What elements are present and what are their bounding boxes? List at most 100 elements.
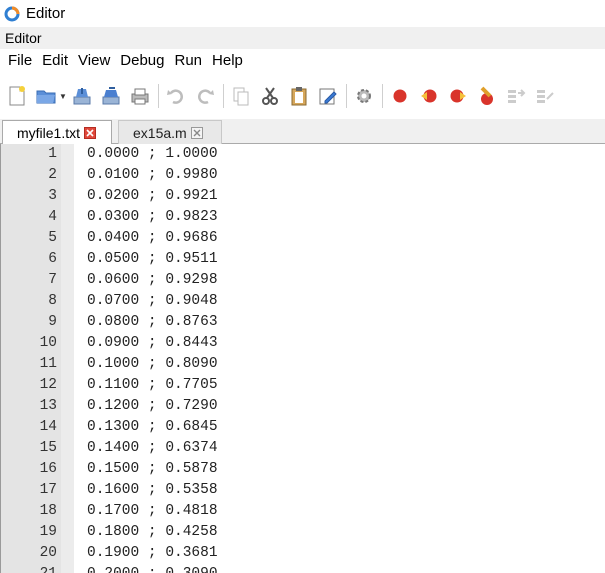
editor-line[interactable]: 19 0.1800 ; 0.4258 bbox=[1, 522, 605, 543]
line-text: 0.0400 ; 0.9686 bbox=[87, 230, 218, 246]
previous-breakpoint-button[interactable] bbox=[446, 84, 470, 108]
toolbar-separator bbox=[346, 84, 347, 108]
save-icon bbox=[73, 88, 91, 105]
close-icon[interactable] bbox=[84, 126, 97, 139]
cut-button[interactable] bbox=[258, 84, 282, 108]
tab-label: ex15a.m bbox=[133, 124, 187, 141]
edit-button[interactable] bbox=[316, 84, 340, 108]
open-folder-icon bbox=[36, 90, 56, 104]
editor-line[interactable]: 8 0.0700 ; 0.9048 bbox=[1, 291, 605, 312]
line-number: 21 bbox=[1, 564, 57, 573]
editor-line[interactable]: 15 0.1400 ; 0.6374 bbox=[1, 438, 605, 459]
menu-file[interactable]: File bbox=[3, 49, 37, 73]
editor-line[interactable]: 1 0.0000 ; 1.0000 bbox=[1, 144, 605, 165]
toolbar-separator bbox=[382, 84, 383, 108]
dock-title: Editor bbox=[0, 27, 605, 49]
next-breakpoint-button[interactable] bbox=[417, 84, 441, 108]
clear-breakpoint-icon bbox=[421, 89, 437, 103]
line-text: 0.1300 ; 0.6845 bbox=[87, 419, 218, 435]
editor-line[interactable]: 20 0.1900 ; 0.3681 bbox=[1, 543, 605, 564]
toolbar-separator bbox=[158, 84, 159, 108]
tab-myfile1[interactable]: myfile1.txt bbox=[2, 120, 112, 145]
line-number: 6 bbox=[48, 251, 57, 267]
editor-line[interactable]: 14 0.1300 ; 0.6845 bbox=[1, 417, 605, 438]
line-number: 5 bbox=[48, 230, 57, 246]
settings-icon bbox=[357, 89, 371, 103]
editor-line[interactable]: 13 0.1200 ; 0.7290 bbox=[1, 396, 605, 417]
step-icon bbox=[450, 89, 466, 103]
line-number: 13 bbox=[39, 398, 57, 414]
remove-breakpoints-button[interactable] bbox=[475, 84, 499, 108]
step-out-button[interactable] bbox=[533, 84, 557, 108]
run-icon bbox=[480, 86, 493, 105]
line-number: 2 bbox=[48, 167, 57, 183]
line-text: 0.0500 ; 0.9511 bbox=[87, 251, 218, 267]
line-text: 0.0900 ; 0.8443 bbox=[87, 335, 218, 351]
menubar: File Edit View Debug Run Help bbox=[0, 49, 605, 73]
undo-button[interactable] bbox=[164, 84, 188, 108]
save-button[interactable] bbox=[70, 84, 94, 108]
line-number: 17 bbox=[39, 482, 57, 498]
paste-button[interactable] bbox=[287, 84, 311, 108]
menu-debug[interactable]: Debug bbox=[115, 49, 169, 73]
toggle-breakpoint-button[interactable] bbox=[388, 84, 412, 108]
editor-line[interactable]: 3 0.0200 ; 0.9921 bbox=[1, 186, 605, 207]
step-into-button[interactable] bbox=[504, 84, 528, 108]
menu-view[interactable]: View bbox=[73, 49, 115, 73]
paste-icon bbox=[291, 87, 307, 106]
print-icon bbox=[131, 88, 149, 105]
line-number: 7 bbox=[48, 272, 57, 288]
line-number: 3 bbox=[48, 188, 57, 204]
toolbar-separator bbox=[223, 84, 224, 108]
close-icon[interactable] bbox=[190, 126, 203, 139]
save-as-button[interactable] bbox=[99, 84, 123, 108]
editor-line[interactable]: 6 0.0500 ; 0.9511 bbox=[1, 249, 605, 270]
editor-line[interactable]: 10 0.0900 ; 0.8443 bbox=[1, 333, 605, 354]
line-text: 0.1100 ; 0.7705 bbox=[87, 377, 218, 393]
code-editor[interactable]: 1 0.0000 ; 1.0000 2 0.0100 ; 0.9980 3 0.0200 … bbox=[0, 144, 605, 573]
line-text: 0.1900 ; 0.3681 bbox=[87, 545, 218, 561]
line-text: 0.0000 ; 1.0000 bbox=[87, 146, 218, 162]
editor-line[interactable]: 5 0.0400 ; 0.9686 bbox=[1, 228, 605, 249]
editor-line[interactable]: 16 0.1500 ; 0.5878 bbox=[1, 459, 605, 480]
breakpoint-icon bbox=[393, 89, 407, 103]
undo-icon bbox=[167, 89, 183, 104]
window-titlebar: Editor bbox=[0, 0, 605, 27]
tab-ex15a[interactable]: ex15a.m bbox=[118, 120, 222, 144]
line-text: 0.1000 ; 0.8090 bbox=[87, 356, 218, 372]
line-number: 12 bbox=[39, 377, 57, 393]
line-text: 0.0600 ; 0.9298 bbox=[87, 272, 218, 288]
settings-button[interactable] bbox=[352, 84, 376, 108]
editor-line[interactable]: 4 0.0300 ; 0.9823 bbox=[1, 207, 605, 228]
toolbar: ▼ bbox=[0, 73, 605, 119]
editor-line[interactable]: 2 0.0100 ; 0.9980 bbox=[1, 165, 605, 186]
line-text: 0.0100 ; 0.9980 bbox=[87, 167, 218, 183]
menu-run[interactable]: Run bbox=[169, 49, 207, 73]
print-button[interactable] bbox=[128, 84, 152, 108]
editor-line[interactable]: 7 0.0600 ; 0.9298 bbox=[1, 270, 605, 291]
line-number: 19 bbox=[39, 524, 57, 540]
line-number: 1 bbox=[48, 146, 57, 162]
menu-edit[interactable]: Edit bbox=[37, 49, 73, 73]
editor-line[interactable]: 12 0.1100 ; 0.7705 bbox=[1, 375, 605, 396]
line-text: 0.0200 ; 0.9921 bbox=[87, 188, 218, 204]
editor-line[interactable]: 21 0.2000 ; 0.3090 bbox=[1, 564, 605, 573]
menu-help[interactable]: Help bbox=[207, 49, 248, 73]
edit-icon bbox=[319, 88, 337, 105]
copy-button[interactable] bbox=[229, 84, 253, 108]
new-file-button[interactable] bbox=[5, 84, 29, 108]
line-number: 4 bbox=[48, 209, 57, 225]
editor-line[interactable]: 17 0.1600 ; 0.5358 bbox=[1, 480, 605, 501]
editor-tabbar: myfile1.txt ex15a.m bbox=[0, 119, 605, 145]
open-file-button[interactable] bbox=[34, 84, 58, 108]
line-number: 9 bbox=[48, 314, 57, 330]
copy-icon bbox=[233, 87, 249, 106]
editor-line[interactable]: 18 0.1700 ; 0.4818 bbox=[1, 501, 605, 522]
line-number: 20 bbox=[39, 545, 57, 561]
editor-line[interactable]: 9 0.0800 ; 0.8763 bbox=[1, 312, 605, 333]
step-into-icon bbox=[508, 89, 526, 103]
editor-line[interactable]: 11 0.1000 ; 0.8090 bbox=[1, 354, 605, 375]
redo-button[interactable] bbox=[193, 84, 217, 108]
line-number: 11 bbox=[39, 356, 57, 372]
open-dropdown-icon[interactable]: ▼ bbox=[59, 92, 67, 101]
